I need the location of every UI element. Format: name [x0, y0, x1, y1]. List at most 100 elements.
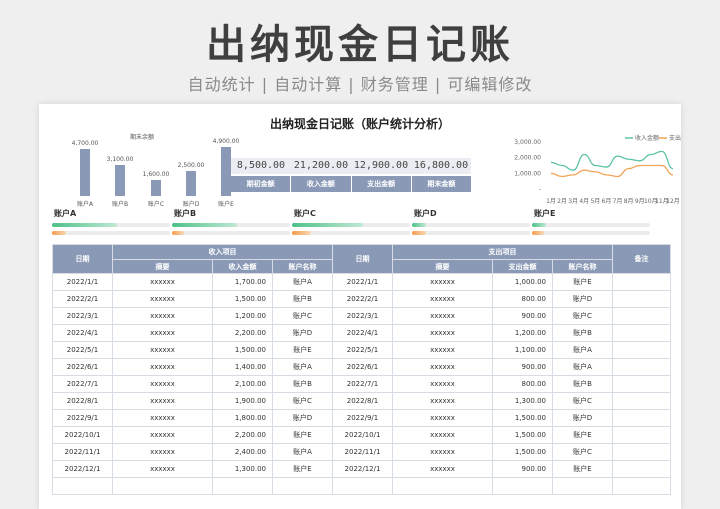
table-cell[interactable]: 1,400.00	[212, 358, 273, 376]
table-cell[interactable]: xxxxxx	[112, 273, 213, 291]
table-cell[interactable]: 2022/7/1	[332, 375, 393, 393]
table-cell[interactable]: 1,200.00	[492, 324, 553, 342]
table-cell[interactable]: 2,200.00	[212, 324, 273, 342]
table-cell[interactable]	[612, 477, 671, 495]
table-cell[interactable]: xxxxxx	[112, 409, 213, 427]
table-cell[interactable]: 账户C	[272, 307, 333, 325]
table-cell[interactable]: 1,500.00	[492, 443, 553, 461]
table-cell[interactable]: 1,800.00	[212, 409, 273, 427]
table-cell[interactable]: 2,400.00	[212, 443, 273, 461]
table-cell[interactable]	[112, 477, 213, 495]
table-cell[interactable]	[612, 307, 671, 325]
table-cell[interactable]: xxxxxx	[392, 443, 493, 461]
table-cell[interactable]	[612, 290, 671, 308]
table-cell[interactable]: 账户A	[272, 358, 333, 376]
table-cell[interactable]: 账户D	[272, 324, 333, 342]
table-cell[interactable]: 账户A	[272, 443, 333, 461]
table-cell[interactable]: 900.00	[492, 460, 553, 478]
table-cell[interactable]: 2022/6/1	[332, 358, 393, 376]
table-cell[interactable]	[612, 273, 671, 291]
table-cell[interactable]: 账户A	[272, 273, 333, 291]
table-cell[interactable]: 账户D	[552, 290, 613, 308]
table-cell[interactable]: 账户B	[552, 324, 613, 342]
table-cell[interactable]: 账户D	[552, 409, 613, 427]
table-cell[interactable]	[612, 426, 671, 444]
table-cell[interactable]: 账户A	[552, 358, 613, 376]
table-cell[interactable]: xxxxxx	[392, 341, 493, 359]
table-cell[interactable]	[612, 443, 671, 461]
table-cell[interactable]: 2022/1/1	[332, 273, 393, 291]
table-cell[interactable]: 2022/12/1	[332, 460, 393, 478]
table-cell[interactable]: xxxxxx	[112, 324, 213, 342]
table-cell[interactable]	[392, 477, 493, 495]
table-cell[interactable]: xxxxxx	[392, 392, 493, 410]
table-cell[interactable]	[612, 358, 671, 376]
table-cell[interactable]: 账户C	[552, 392, 613, 410]
table-cell[interactable]: 账户E	[552, 273, 613, 291]
table-cell[interactable]	[492, 477, 553, 495]
table-cell[interactable]: 2022/2/1	[332, 290, 393, 308]
table-cell[interactable]: 1,500.00	[492, 409, 553, 427]
table-cell[interactable]: 1,700.00	[212, 273, 273, 291]
table-cell[interactable]: 2022/8/1	[52, 392, 113, 410]
table-cell[interactable]: xxxxxx	[112, 392, 213, 410]
table-cell[interactable]: 2022/11/1	[332, 443, 393, 461]
table-cell[interactable]	[612, 375, 671, 393]
table-cell[interactable]: 1,000.00	[492, 273, 553, 291]
table-cell[interactable]: 2022/3/1	[332, 307, 393, 325]
table-cell[interactable]: xxxxxx	[112, 358, 213, 376]
table-cell[interactable]: xxxxxx	[112, 307, 213, 325]
table-cell[interactable]: 1,500.00	[212, 290, 273, 308]
table-cell[interactable]: 2022/3/1	[52, 307, 113, 325]
table-cell[interactable]: 2022/9/1	[332, 409, 393, 427]
table-cell[interactable]: 账户E	[552, 460, 613, 478]
table-cell[interactable]: 账户C	[552, 443, 613, 461]
table-cell[interactable]: 2022/5/1	[52, 341, 113, 359]
table-cell[interactable]: xxxxxx	[392, 426, 493, 444]
table-cell[interactable]: 1,500.00	[492, 426, 553, 444]
table-cell[interactable]: 2022/5/1	[332, 341, 393, 359]
table-cell[interactable]: 2022/7/1	[52, 375, 113, 393]
table-cell[interactable]: 2022/6/1	[52, 358, 113, 376]
table-cell[interactable]: 账户A	[552, 341, 613, 359]
table-cell[interactable]: xxxxxx	[112, 341, 213, 359]
table-cell[interactable]: xxxxxx	[112, 290, 213, 308]
table-cell[interactable]: 2022/9/1	[52, 409, 113, 427]
table-cell[interactable]: xxxxxx	[392, 290, 493, 308]
table-cell[interactable]: xxxxxx	[112, 375, 213, 393]
table-cell[interactable]: 账户C	[272, 392, 333, 410]
table-cell[interactable]: 账户B	[272, 290, 333, 308]
table-cell[interactable]: 1,500.00	[212, 341, 273, 359]
table-cell[interactable]: 2022/10/1	[52, 426, 113, 444]
table-cell[interactable]	[612, 341, 671, 359]
table-cell[interactable]: 账户E	[272, 341, 333, 359]
table-cell[interactable]: 2022/2/1	[52, 290, 113, 308]
table-cell[interactable]: 账户E	[272, 426, 333, 444]
table-cell[interactable]: 账户D	[272, 409, 333, 427]
table-cell[interactable]: xxxxxx	[112, 426, 213, 444]
table-cell[interactable]: 账户E	[272, 460, 333, 478]
table-cell[interactable]: 2,100.00	[212, 375, 273, 393]
table-cell[interactable]: xxxxxx	[392, 307, 493, 325]
table-cell[interactable]: 2022/1/1	[52, 273, 113, 291]
table-cell[interactable]: xxxxxx	[392, 358, 493, 376]
table-cell[interactable]: 900.00	[492, 307, 553, 325]
table-cell[interactable]	[332, 477, 393, 495]
table-cell[interactable]	[552, 477, 613, 495]
table-cell[interactable]: xxxxxx	[112, 460, 213, 478]
table-cell[interactable]: 1,300.00	[212, 460, 273, 478]
table-cell[interactable]: 账户B	[272, 375, 333, 393]
table-cell[interactable]	[612, 392, 671, 410]
table-cell[interactable]	[612, 409, 671, 427]
table-cell[interactable]: 账户E	[552, 426, 613, 444]
table-cell[interactable]: 账户C	[552, 307, 613, 325]
table-cell[interactable]: 2022/12/1	[52, 460, 113, 478]
table-cell[interactable]: xxxxxx	[392, 375, 493, 393]
table-cell[interactable]	[52, 477, 113, 495]
table-cell[interactable]: xxxxxx	[392, 324, 493, 342]
table-cell[interactable]: 1,200.00	[212, 307, 273, 325]
table-cell[interactable]	[212, 477, 273, 495]
table-cell[interactable]	[272, 477, 333, 495]
table-cell[interactable]: xxxxxx	[392, 409, 493, 427]
table-cell[interactable]: xxxxxx	[392, 460, 493, 478]
